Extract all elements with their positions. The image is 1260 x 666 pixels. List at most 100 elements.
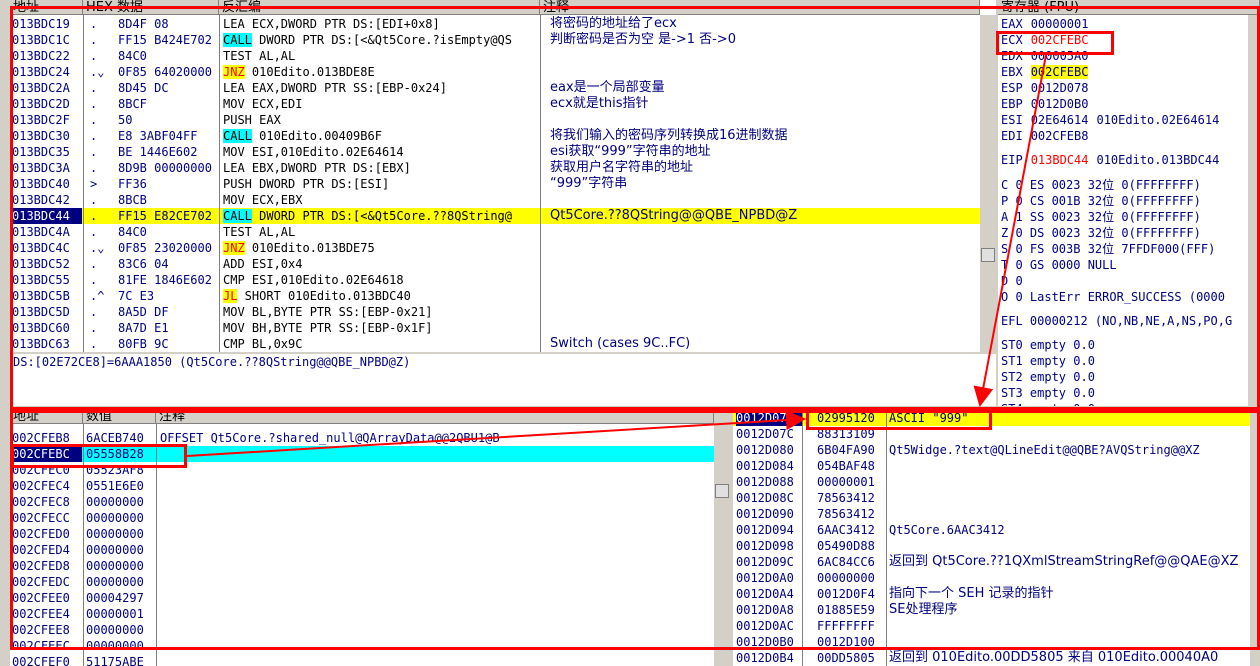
- dump-value[interactable]: 00000001: [86, 606, 156, 622]
- dump-row[interactable]: 002CFEC4 0551E6E0: [10, 478, 714, 494]
- row-instruction[interactable]: JL SHORT 010Edito.013BDC40: [223, 288, 539, 304]
- flag-row[interactable]: S 0 FS 003B 32位 7FFDF000(FFF): [1001, 241, 1215, 257]
- row-address[interactable]: 013BDC2D: [12, 96, 82, 112]
- row-address[interactable]: 013BDC55: [12, 272, 82, 288]
- stack-row[interactable]: 0012D0AC FFFFFFFF: [733, 618, 1250, 634]
- dump-col-header-address[interactable]: 地址: [10, 409, 83, 424]
- stack-value[interactable]: 0012D100: [817, 634, 885, 650]
- row-address[interactable]: 013BDC52: [12, 256, 82, 272]
- register-value[interactable]: 02E64614: [1031, 113, 1089, 127]
- dump-value[interactable]: 00000000: [86, 494, 156, 510]
- disasm-row[interactable]: 013BDC2A. 8D45 DC LEA EAX,DWORD PTR SS:[EB…: [10, 80, 980, 96]
- row-address[interactable]: 013BDC1C: [12, 32, 82, 48]
- row-address[interactable]: 013BDC4C: [12, 240, 82, 256]
- dump-value[interactable]: 51175ABE: [86, 654, 156, 666]
- stack-address[interactable]: 0012D084: [736, 458, 802, 474]
- register-row-eip[interactable]: EIP 013BDC44 010Edito.013BDC44: [1001, 152, 1247, 168]
- stack-address[interactable]: 0012D080: [736, 442, 802, 458]
- stack-value[interactable]: 05490D88: [817, 538, 885, 554]
- stack-row[interactable]: 0012D0B0 0012D100: [733, 634, 1250, 650]
- dump-col-header-value[interactable]: 数值: [83, 409, 156, 424]
- dump-row[interactable]: 002CFED0 00000000: [10, 526, 714, 542]
- dump-value[interactable]: 05523AF8: [86, 462, 156, 478]
- disasm-row[interactable]: 013BDC5D. 8A5D DF MOV BL,BYTE PTR SS:[EBP-…: [10, 304, 980, 320]
- row-address[interactable]: 013BDC3A: [12, 160, 82, 176]
- disasm-row[interactable]: 013BDC55. 81FE 1846E602 CMP ESI,010Edito.0…: [10, 272, 980, 288]
- row-instruction[interactable]: CMP BL,0x9C: [223, 336, 539, 352]
- register-value[interactable]: 013BDC44: [1031, 153, 1089, 167]
- stack-value[interactable]: 6AC84CC6: [817, 554, 885, 570]
- stack-address[interactable]: 0012D0B4: [736, 650, 802, 666]
- dump-address[interactable]: 002CFED8: [12, 558, 82, 574]
- register-row[interactable]: ESP 0012D078: [1001, 80, 1247, 96]
- row-instruction[interactable]: CMP ESI,010Edito.02E64618: [223, 272, 539, 288]
- disasm-row[interactable]: 013BDC4C .⌄ 0F85 23020000 JNZ 010Edito.013B…: [10, 240, 980, 256]
- dump-scrollbar[interactable]: [714, 409, 730, 666]
- disassembly-pane[interactable]: 地址 HEX 数据 反汇编 注释 013BDC19. 8D4F 08 LEA ECX…: [10, 0, 996, 352]
- flag-row[interactable]: P 0 CS 001B 32位 0(FFFFFFFF): [1001, 193, 1201, 209]
- col-header-disasm[interactable]: 反汇编: [219, 0, 540, 15]
- disasm-row[interactable]: 013BDC44. FF15 E82CE702 CALL DWORD PTR DS:…: [10, 208, 980, 224]
- dump-address[interactable]: 002CFEE8: [12, 622, 82, 638]
- fpu-row[interactable]: ST1 empty 0.0: [1001, 353, 1095, 369]
- row-instruction[interactable]: MOV BH,BYTE PTR SS:[EBP-0x1F]: [223, 320, 539, 336]
- row-address[interactable]: 013BDC5B: [12, 288, 82, 304]
- stack-scrollbar[interactable]: [1250, 409, 1260, 666]
- col-header-hex[interactable]: HEX 数据: [83, 0, 219, 15]
- disasm-row[interactable]: 013BDC19. 8D4F 08 LEA ECX,DWORD PTR DS:[ED…: [10, 16, 980, 32]
- disasm-row[interactable]: 013BDC2F. 50 PUSH EAX: [10, 112, 980, 128]
- stack-row[interactable]: 0012D07C 88313109: [733, 426, 1250, 442]
- dump-address[interactable]: 002CFED4: [12, 542, 82, 558]
- dump-value[interactable]: 00004297: [86, 590, 156, 606]
- row-address[interactable]: 013BDC44: [12, 208, 82, 224]
- stack-row[interactable]: 0012D08C 78563412: [733, 490, 1250, 506]
- dump-address[interactable]: 002CFEDC: [12, 574, 82, 590]
- row-instruction[interactable]: ADD ESI,0x4: [223, 256, 539, 272]
- dump-row[interactable]: 002CFEE0 00004297: [10, 590, 714, 606]
- stack-value[interactable]: 00DD5805: [817, 650, 885, 666]
- disasm-row[interactable]: 013BDC3A. 8D9B 00000000 LEA EBX,DWORD PTR …: [10, 160, 980, 176]
- disasm-scrollbar[interactable]: [980, 15, 996, 352]
- registers-scrollbar[interactable]: [1248, 15, 1260, 406]
- register-value[interactable]: 002CFEBC: [1030, 65, 1089, 79]
- stack-address[interactable]: 0012D078: [736, 410, 802, 426]
- stack-value[interactable]: 00000000: [817, 570, 885, 586]
- stack-address[interactable]: 0012D0AC: [736, 618, 802, 634]
- row-address[interactable]: 013BDC24: [12, 64, 82, 80]
- stack-value[interactable]: 78563412: [817, 490, 885, 506]
- register-value[interactable]: 002CFEB8: [1031, 129, 1089, 143]
- stack-value[interactable]: FFFFFFFF: [817, 618, 885, 634]
- stack-address[interactable]: 0012D0A0: [736, 570, 802, 586]
- register-value[interactable]: 00000001: [1031, 17, 1089, 31]
- row-instruction[interactable]: LEA EAX,DWORD PTR SS:[EBP-0x24]: [223, 80, 539, 96]
- stack-value[interactable]: 054BAF48: [817, 458, 885, 474]
- disasm-row[interactable]: 013BDC35. BE 1446E602 MOV ESI,010Edito.02E…: [10, 144, 980, 160]
- stack-row[interactable]: 0012D0A4 0012D0F4 指向下一个 SEH 记录的指针: [733, 586, 1250, 602]
- stack-value[interactable]: 6AAC3412: [817, 522, 885, 538]
- register-row[interactable]: EAX 00000001: [1001, 16, 1247, 32]
- dump-value[interactable]: 0551E6E0: [86, 478, 156, 494]
- row-address[interactable]: 013BDC2A: [12, 80, 82, 96]
- row-instruction[interactable]: MOV BL,BYTE PTR SS:[EBP-0x21]: [223, 304, 539, 320]
- dump-value[interactable]: 00000000: [86, 622, 156, 638]
- disasm-row[interactable]: 013BDC40 > FF36 PUSH DWORD PTR DS:[ESI] “999…: [10, 176, 980, 192]
- dump-value[interactable]: 6ACEB740: [86, 430, 156, 446]
- stack-address[interactable]: 0012D098: [736, 538, 802, 554]
- row-address[interactable]: 013BDC60: [12, 320, 82, 336]
- fpu-row[interactable]: ST4 empty 0.0: [1001, 401, 1095, 406]
- register-row[interactable]: EDI 002CFEB8: [1001, 128, 1247, 144]
- memory-dump-pane[interactable]: 地址 数值 注释 002CFEB8 6ACEB740 OFFSET Qt5Core.…: [10, 409, 730, 666]
- disasm-row[interactable]: 013BDC24 .⌄ 0F85 64020000 JNZ 010Edito.013B…: [10, 64, 980, 80]
- disasm-row[interactable]: 013BDC4A. 84C0 TEST AL,AL: [10, 224, 980, 240]
- disasm-row[interactable]: 013BDC1C. FF15 B424E702 CALL DWORD PTR DS:…: [10, 32, 980, 48]
- row-address[interactable]: 013BDC2F: [12, 112, 82, 128]
- row-address[interactable]: 013BDC42: [12, 192, 82, 208]
- dump-value[interactable]: 00000000: [86, 558, 156, 574]
- dump-row[interactable]: 002CFEEC 00000000: [10, 638, 714, 654]
- row-instruction[interactable]: MOV ECX,EBX: [223, 192, 539, 208]
- dump-address[interactable]: 002CFEBC: [12, 446, 82, 462]
- row-address[interactable]: 013BDC19: [12, 16, 82, 32]
- stack-row[interactable]: 0012D084 054BAF48: [733, 458, 1250, 474]
- stack-row[interactable]: 0012D088 00000001: [733, 474, 1250, 490]
- disasm-row[interactable]: 013BDC2D. 8BCF MOV ECX,EDI ecx就是this指针: [10, 96, 980, 112]
